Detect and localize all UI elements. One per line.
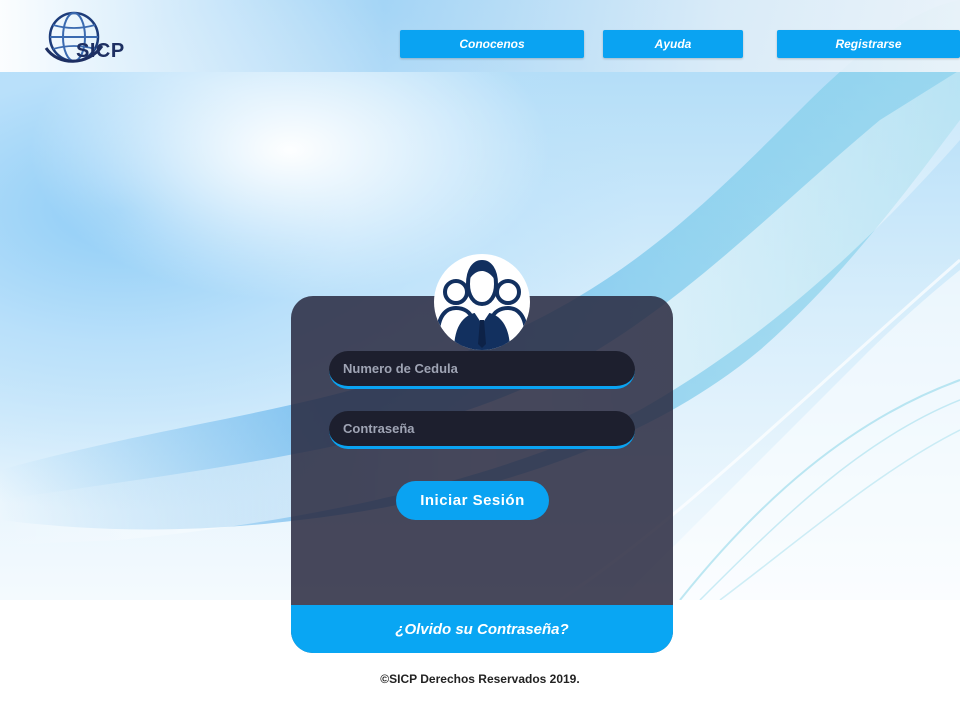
- nav-ayuda-label: Ayuda: [654, 37, 692, 51]
- nav-conocenos-label: Conocenos: [459, 37, 525, 51]
- login-button-label: Iniciar Sesión: [420, 492, 525, 509]
- nav-ayuda-button[interactable]: Ayuda: [603, 30, 743, 58]
- forgot-password-link[interactable]: ¿Olvido su Contraseña?: [291, 605, 673, 653]
- top-header: SICP Conocenos Ayuda Registrarse: [0, 0, 960, 72]
- nav-registrarse-label: Registrarse: [835, 37, 902, 51]
- footer-copyright: ©SICP Derechos Reservados 2019.: [380, 672, 580, 686]
- forgot-password-label: ¿Olvido su Contraseña?: [395, 620, 569, 638]
- logo-text: SICP: [76, 40, 125, 62]
- users-group-icon: [434, 254, 530, 350]
- nav-conocenos-button[interactable]: Conocenos: [400, 30, 584, 58]
- password-input[interactable]: Contraseña: [329, 411, 635, 449]
- nav-registrarse-button[interactable]: Registrarse: [777, 30, 960, 58]
- cedula-input[interactable]: Numero de Cedula: [329, 351, 635, 389]
- site-logo[interactable]: SICP: [44, 6, 144, 68]
- login-button[interactable]: Iniciar Sesión: [396, 481, 549, 520]
